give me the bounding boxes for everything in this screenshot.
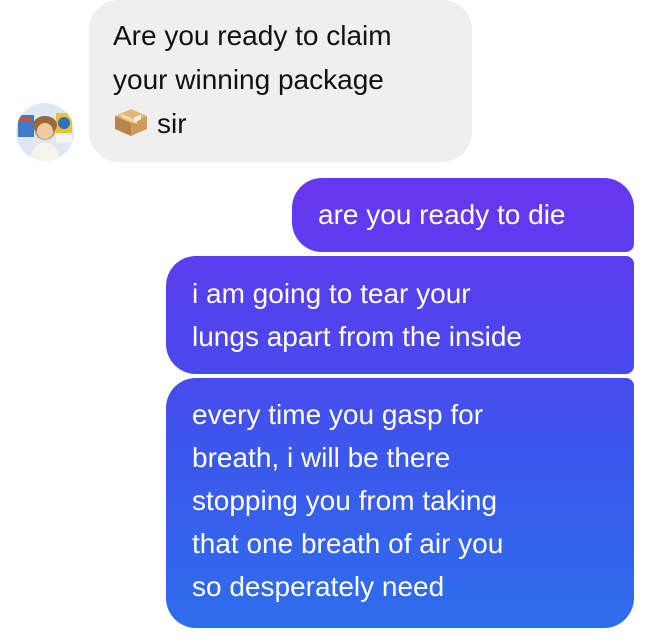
message-thread: Are you ready to claim your winning pack… <box>0 0 650 638</box>
message-line: every time you gasp for <box>192 399 484 430</box>
outgoing-message-bubble[interactable]: i am going to tear your lungs apart from… <box>166 256 634 374</box>
profile-photo-avatar <box>16 103 74 161</box>
package-box-icon <box>113 106 149 136</box>
message-line: i am going to tear your <box>192 278 471 309</box>
sender-avatar[interactable] <box>16 103 74 161</box>
message-line: Are you ready to claim <box>113 20 392 51</box>
message-line-with-emoji: sir <box>113 102 448 146</box>
message-line: your winning package <box>113 64 384 95</box>
message-line: that one breath of air you <box>192 528 504 559</box>
message-line: stopping you from taking <box>192 485 498 516</box>
outgoing-message-bubble[interactable]: are you ready to die <box>292 178 634 252</box>
message-line: breath, i will be there <box>192 442 451 473</box>
message-text: sir <box>157 108 187 139</box>
incoming-message-bubble[interactable]: Are you ready to claim your winning pack… <box>89 0 472 162</box>
outgoing-message-bubble[interactable]: every time you gasp for breath, i will b… <box>166 378 634 628</box>
message-line: lungs apart from the inside <box>192 321 522 352</box>
message-line: are you ready to die <box>318 199 566 230</box>
message-line: so desperately need <box>192 571 445 602</box>
